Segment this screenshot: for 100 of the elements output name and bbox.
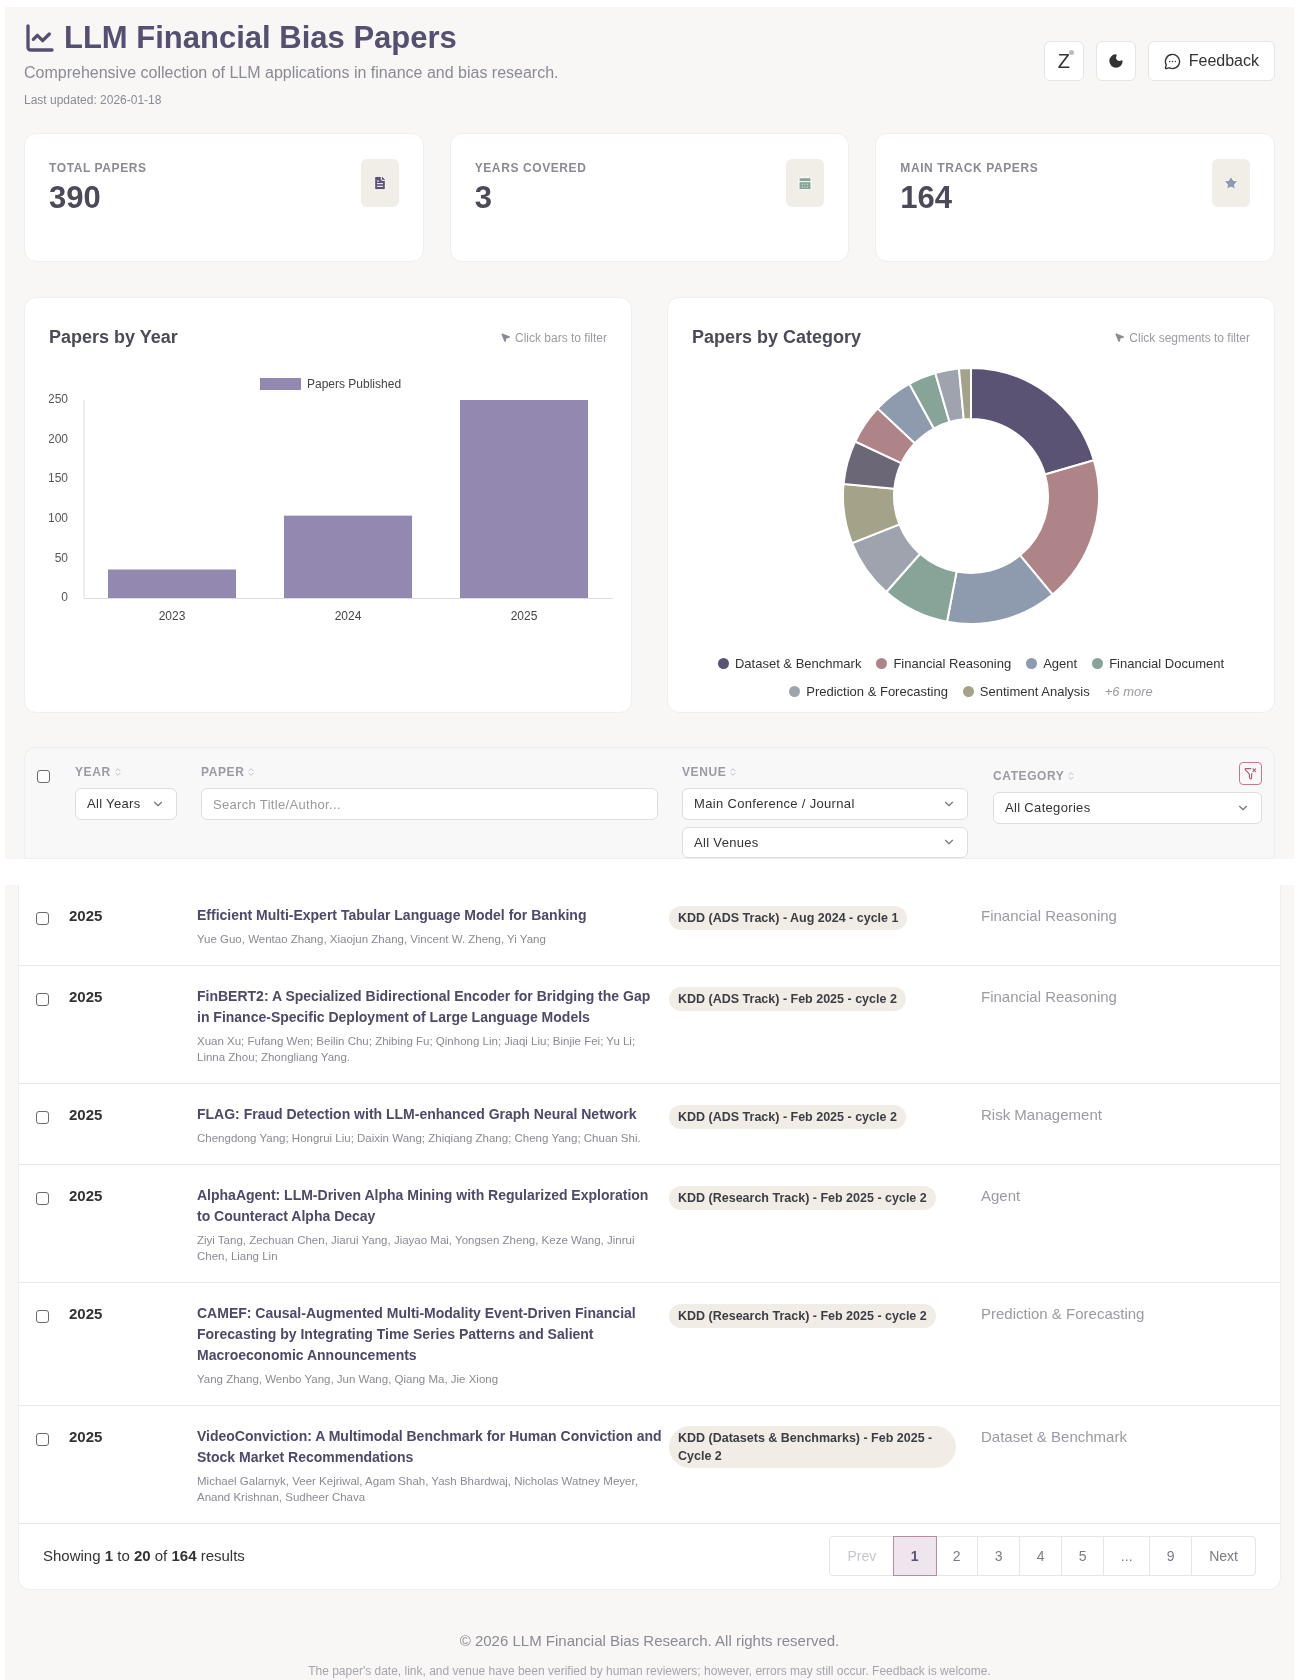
dark-mode-button[interactable] [1095,41,1136,81]
axis-tick-label: 250 [49,392,68,407]
paper-authors: Chengdong Yang; Hongrui Liu; Daixin Wang; Zhiqiang Zhang; Cheng Yang; Chuan Shi. [197,1130,642,1146]
results-summary: Showing 1 to 20 of 164 results [43,1545,245,1566]
page-button[interactable]: 1 [894,1537,937,1575]
page-button[interactable]: 2 [936,1537,979,1575]
table-row[interactable]: 2025 Efficient Multi-Expert Tabular Language Model for Banking Yue Guo, Wentao Zhang, Xiaojun Zhang, Vincent W. Zheng, Yi Yang KDD (ADS Track) - Aug 2024 - cycle 1 Financial Reasoning [19,884,1280,966]
file-icon [371,175,388,191]
copyright-text: © 2026 LLM Financial Bias Research. All rights reserved. [459,1630,840,1651]
axis-tick-label: 0 [61,590,68,605]
page-button[interactable]: 4 [1020,1537,1063,1575]
donut-segment[interactable] [854,407,916,465]
year-dropdown[interactable]: All Years [75,788,177,820]
checkbox[interactable] [37,770,50,783]
pagination-ellipsis[interactable]: ... [1104,1537,1151,1575]
legend-label[interactable]: Agent [1043,654,1078,674]
paper-title[interactable]: FLAG: Fraud Detection with LLM-enhanced Graph Neural Network [197,1103,663,1125]
cursor-icon [499,332,511,343]
clear-filter-button[interactable] [1239,761,1262,785]
category-cell-text: Agent [981,1185,1022,1206]
moon-icon [1107,53,1124,69]
year-cell-text: 2025 [69,905,104,926]
dot-badge [1068,50,1074,55]
year-cell-text: 2025 [69,1104,104,1125]
venue-dropdown[interactable]: All Venues [682,826,968,858]
legend-label[interactable]: Prediction & Forecasting [806,681,948,701]
axis-tick-label: 50 [54,550,68,565]
checkbox[interactable] [36,1309,49,1323]
stat-value: 390 [49,179,102,217]
page-button[interactable]: 9 [1150,1537,1193,1575]
page-button[interactable]: 3 [978,1537,1021,1575]
chart-hint: Click segments to filter [1129,329,1250,347]
legend-label: Papers Published [307,377,402,391]
year-cell-text: 2025 [69,986,104,1007]
stat-value: 164 [900,179,954,217]
checkbox[interactable] [36,1110,49,1124]
legend-label[interactable]: Dataset & Benchmark [734,654,862,674]
stat-label: YEARS COVERED [474,160,587,177]
venue-tag: KDD (ADS Track) - Feb 2025 - cycle 2 [669,1104,906,1129]
axis-tick-label: 150 [49,471,68,486]
donut-segment[interactable] [876,382,935,445]
axis-tick-label: 100 [49,510,68,525]
search-field[interactable]: Search Title/Author... [201,788,658,820]
year-cell-text: 2025 [69,1426,104,1447]
chart-title: Papers by Year [49,326,178,349]
calendar-icon [797,175,814,191]
paper-title[interactable]: Efficient Multi-Expert Tabular Language Model for Banking [197,904,663,926]
category-cell-text: Financial Reasoning [981,986,1118,1007]
paper-authors: Yang Zhang, Wenbo Yang, Jun Wang, Qiang Ma, Jie Xiong [197,1371,500,1387]
star-icon [1223,175,1239,191]
page-button[interactable]: 5 [1062,1537,1105,1575]
paper-title[interactable]: CAMEF: Causal-Augmented Multi-Modality Event-Driven Financial Forecasting by Integrating Time Series Patterns and Salient Macroeconomic Announcements [197,1302,663,1366]
donut-segment[interactable] [1019,459,1100,596]
z-button[interactable]: Z [1043,41,1084,81]
pagination-nav-button[interactable]: Next [1192,1537,1255,1575]
donut-segment[interactable] [970,367,1095,476]
paper-authors: Yue Guo, Wentao Zhang, Xiaojun Zhang, Vincent W. Zheng, Yi Yang [197,931,547,947]
chart-title: Papers by Category [692,326,862,349]
checkbox[interactable] [36,1432,49,1446]
donut-segment[interactable] [946,554,1054,625]
paper-authors: Michael Galarnyk, Veer Kejriwal, Agam Shah, Yash Bhardwaj, Nicholas Watney Meyer, Anand Krishnan, Sudheer Chava [197,1473,639,1505]
venue-type-dropdown[interactable]: Main Conference / Journal [682,788,968,820]
legend-swatch [260,378,301,390]
category-cell-text: Risk Management [981,1104,1103,1125]
category-cell-text: Dataset & Benchmark [981,1426,1128,1447]
page-title: LLM Financial Bias Papers [64,19,457,57]
venue-tag: KDD (ADS Track) - Aug 2024 - cycle 1 [669,905,908,930]
category-cell-text: Financial Reasoning [981,905,1118,926]
chat-bubble-icon [1163,52,1181,70]
venue-tag: KDD (Research Track) - Feb 2025 - cycle 2 [669,1303,936,1328]
checkbox[interactable] [36,911,49,925]
checkbox[interactable] [36,1191,49,1205]
legend-label[interactable]: Financial Reasoning [893,654,1012,674]
legend-label[interactable]: Financial Document [1109,654,1225,674]
donut-segment[interactable] [842,482,901,545]
disclaimer-text: The paper's date, link, and venue have been verified by human reviewers; however, errors may still occur. Feedback is welcome. [308,1663,991,1680]
filter-clear-icon [1244,766,1257,780]
venue-tag: KDD (Research Track) - Feb 2025 - cycle 2 [669,1185,936,1210]
year-cell-text: 2025 [69,1185,104,1206]
paper-title[interactable]: FinBERT2: A Specialized Bidirectional Encoder for Bridging the Gap in Finance-Specific Deployment of Large Language Models [197,985,663,1028]
paper-authors: Xuan Xu; Fufang Wen; Beilin Chu; Zhibing Fu; Qinhong Lin; Jiaqi Liu; Binjie Fei; Yu Li; Linna Zhou; Zhongliang Yang. [197,1033,637,1065]
category-dropdown[interactable]: All Categories [993,792,1262,824]
venue-tag: KDD (ADS Track) - Feb 2025 - cycle 2 [669,986,906,1011]
axis-tick-label: 200 [49,431,68,446]
cursor-icon [1114,332,1126,343]
axis-tick-label: 2025 [510,609,538,623]
legend-label[interactable]: Sentiment Analysis [979,681,1090,701]
category-cell-text: Prediction & Forecasting [981,1303,1146,1324]
paper-title[interactable]: AlphaAgent: LLM-Driven Alpha Mining with Regularized Exploration to Counteract Alpha Decay [197,1184,663,1227]
stat-label: TOTAL PAPERS [49,160,147,177]
checkbox[interactable] [36,992,49,1006]
year-cell-text: 2025 [69,1303,104,1324]
donut-segment[interactable] [842,440,903,490]
paper-title[interactable]: VideoConviction: A Multimodal Benchmark for Human Conviction and Stock Market Recommendations [197,1425,663,1468]
feedback-button[interactable]: Feedback [1147,41,1275,81]
page-subtitle: Comprehensive collection of LLM applications in finance and bias research. [24,63,559,83]
table-row[interactable]: 2025 FLAG: Fraud Detection with LLM-enhanced Graph Neural Network Chengdong Yang; Hongrui Liu; Daixin Wang; Zhiqiang Zhang; Cheng Yang; Chuan Shi. KDD (ADS Track) - Feb 2025 - cycle 2 Risk Management [19,1083,1280,1165]
paper-authors: Ziyi Tang, Zechuan Chen, Jiarui Yang, Jiayao Mai, Yongsen Zheng, Keze Wang, Jinrui Chen, Liang Lin [197,1232,636,1264]
chart-hint: Click bars to filter [514,329,607,347]
stat-label: MAIN TRACK PAPERS [900,160,1039,177]
